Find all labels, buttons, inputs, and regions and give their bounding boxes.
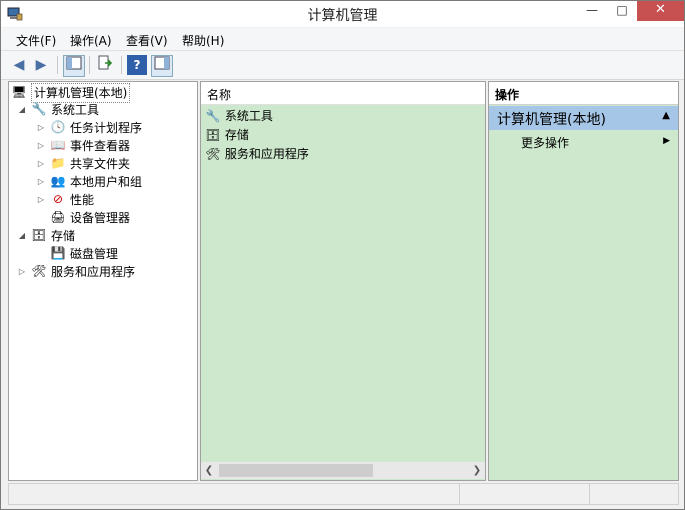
services-icon: 🛠 — [31, 264, 47, 278]
collapsed-arrow-icon[interactable]: ▷ — [36, 119, 46, 137]
tree-root-label: 计算机管理(本地) — [31, 83, 131, 103]
export-list-icon[interactable] — [95, 55, 115, 75]
actions-header-label: 操作 — [495, 88, 520, 102]
horizontal-scrollbar[interactable]: ❮ ❯ — [201, 462, 485, 479]
clock-icon: 🕓 — [50, 120, 66, 134]
collapsed-arrow-icon[interactable]: ▷ — [36, 155, 46, 173]
tree-item-label: 存储 — [51, 229, 76, 243]
collapse-up-icon[interactable]: ▲ — [662, 110, 670, 121]
menu-file[interactable]: 文件(F) — [16, 32, 56, 49]
tools-icon: 🔧 — [205, 109, 221, 123]
device-manager-icon: 🖨 — [50, 210, 66, 224]
console-tree: 🖥 计算机管理(本地) ◢ 🔧 系统工具 ▷ 🕓 任务计划程序 ▷ 📖 事件查看… — [8, 81, 198, 481]
toolbar-separator — [57, 56, 58, 74]
computer-management-icon: 🖥 — [11, 85, 27, 99]
show-hide-console-tree-icon[interactable] — [63, 55, 85, 77]
tree-item-label: 共享文件夹 — [70, 157, 131, 171]
event-viewer-icon: 📖 — [50, 138, 66, 152]
column-header-label: 名称 — [207, 88, 232, 102]
minimize-button[interactable]: — — [577, 1, 607, 21]
menu-action[interactable]: 操作(A) — [70, 32, 112, 49]
users-icon: 👥 — [50, 174, 66, 188]
tree-item-label: 本地用户和组 — [70, 175, 143, 189]
list-item-label: 存储 — [224, 128, 249, 142]
forward-icon[interactable]: ▶ — [31, 55, 51, 75]
close-button[interactable]: ✕ — [637, 1, 684, 21]
results-pane: 名称 🔧 系统工具 🗄 存储 🛠 服务和应用程序 ❮ ❯ — [200, 81, 486, 481]
show-hide-action-pane-icon[interactable] — [151, 55, 173, 77]
expanded-arrow-icon[interactable]: ◢ — [17, 101, 27, 119]
status-divider — [589, 484, 590, 504]
list-item[interactable]: 🔧 系统工具 — [205, 107, 273, 125]
toolbar-separator — [89, 56, 90, 74]
title-bar[interactable]: 计算机管理 — □ ✕ — [1, 1, 684, 27]
toolbar-separator — [121, 56, 122, 74]
scroll-right-icon[interactable]: ❯ — [469, 462, 485, 479]
status-bar — [8, 483, 679, 505]
tree-item-label: 事件查看器 — [70, 139, 131, 153]
actions-group-title: 计算机管理(本地) — [497, 112, 606, 128]
status-divider — [459, 484, 460, 504]
menu-help[interactable]: 帮助(H) — [182, 32, 224, 49]
tree-item-label: 设备管理器 — [70, 211, 131, 225]
storage-icon: 🗄 — [205, 128, 221, 142]
tree-item-label: 性能 — [70, 193, 95, 207]
services-icon: 🛠 — [205, 147, 221, 161]
collapsed-arrow-icon[interactable]: ▷ — [17, 263, 27, 281]
shared-folder-icon: 📁 — [50, 156, 66, 170]
disk-icon: 💾 — [50, 246, 66, 260]
tree-item-label: 任务计划程序 — [70, 121, 143, 135]
collapsed-arrow-icon[interactable]: ▷ — [36, 173, 46, 191]
menu-view[interactable]: 查看(V) — [126, 32, 168, 49]
toolbar: ◀ ▶ ? — [1, 51, 684, 80]
collapsed-arrow-icon[interactable]: ▷ — [36, 191, 46, 209]
collapsed-arrow-icon[interactable]: ▷ — [36, 137, 46, 155]
list-item[interactable]: 🛠 服务和应用程序 — [205, 145, 309, 163]
actions-group-header[interactable]: 计算机管理(本地) ▲ — [489, 106, 678, 130]
tools-icon: 🔧 — [31, 102, 47, 116]
actions-header: 操作 — [489, 82, 678, 105]
more-actions-item[interactable]: 更多操作 — [521, 134, 569, 151]
maximize-button[interactable]: □ — [607, 1, 637, 21]
expanded-arrow-icon[interactable]: ◢ — [17, 227, 27, 245]
tree-item-label: 磁盘管理 — [70, 247, 119, 261]
scroll-left-icon[interactable]: ❮ — [201, 462, 217, 479]
app-window: 计算机管理 — □ ✕ 文件(F) 操作(A) 查看(V) 帮助(H) ◀ ▶ … — [0, 0, 685, 510]
scrollbar-thumb[interactable] — [219, 464, 373, 477]
performance-icon: ⊘ — [52, 192, 64, 206]
storage-icon: 🗄 — [31, 228, 47, 242]
list-item-label: 服务和应用程序 — [224, 147, 309, 161]
help-icon[interactable]: ? — [127, 55, 147, 75]
list-item[interactable]: 🗄 存储 — [205, 126, 249, 144]
submenu-arrow-icon: ▶ — [663, 136, 670, 146]
back-icon[interactable]: ◀ — [9, 55, 29, 75]
tree-item-label: 系统工具 — [51, 103, 100, 117]
menu-bar: 文件(F) 操作(A) 查看(V) 帮助(H) — [1, 28, 684, 51]
tree-item-label: 服务和应用程序 — [51, 265, 136, 279]
actions-pane: 操作 计算机管理(本地) ▲ 更多操作 ▶ — [488, 81, 679, 481]
column-header-name[interactable]: 名称 — [201, 82, 485, 105]
list-item-label: 系统工具 — [224, 109, 273, 123]
